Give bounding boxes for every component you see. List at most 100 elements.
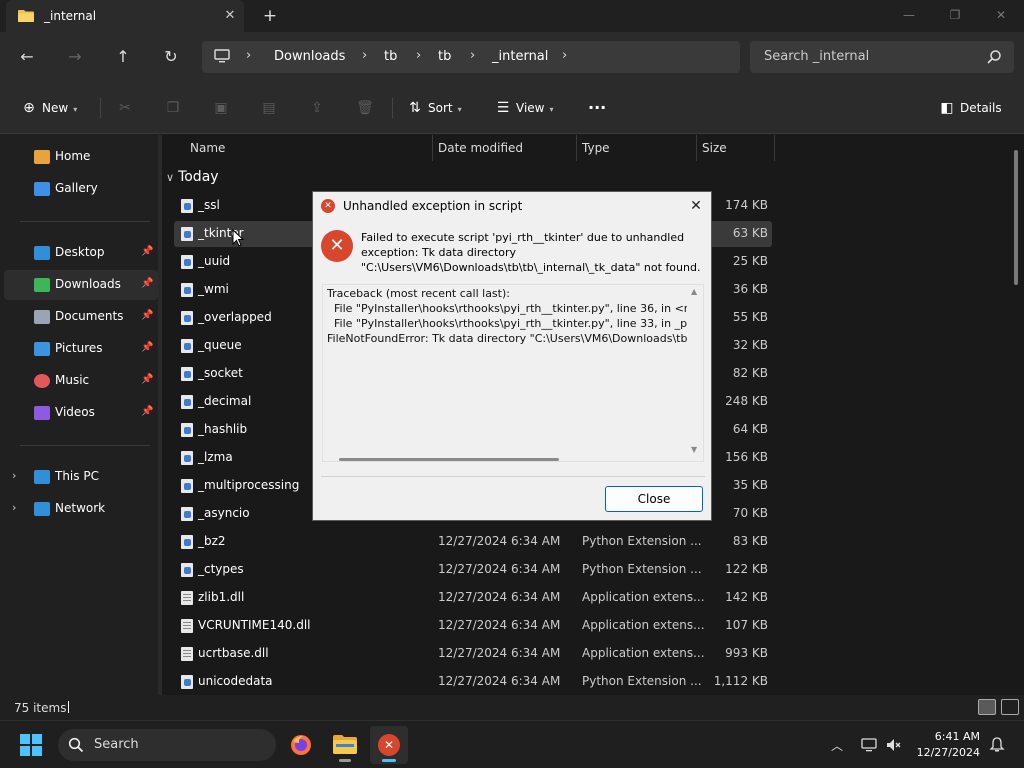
file-row[interactable]: _ctypes 12/27/2024 6:34 AM Python Extens… <box>174 557 772 583</box>
column-divider[interactable] <box>576 135 577 161</box>
pictures-icon <box>34 342 50 356</box>
python-error-app[interactable]: ✕ <box>370 726 408 764</box>
column-divider[interactable] <box>696 135 697 161</box>
python-file-icon <box>181 563 193 577</box>
delete-button[interactable]: 🗑 <box>356 96 378 120</box>
details-button[interactable]: ◧ Details <box>938 96 1001 120</box>
file-row[interactable]: zlib1.dll 12/27/2024 6:34 AM Application… <box>174 585 772 611</box>
scroll-up-icon[interactable]: ▲ <box>691 287 697 296</box>
up-button[interactable]: ↑ <box>109 44 137 70</box>
file-explorer-app[interactable] <box>326 726 364 764</box>
new-button[interactable]: ⊕ New ▾ <box>20 96 77 120</box>
sidebar-item-label: Music <box>55 373 90 387</box>
clock-time[interactable]: 6:41 AM <box>904 730 980 743</box>
sidebar-item-network[interactable]: › Network <box>4 494 158 524</box>
traceback-horizontal-scrollbar[interactable] <box>339 458 559 461</box>
network-icon[interactable] <box>861 737 877 753</box>
close-button[interactable]: Close <box>605 486 703 512</box>
windows-start-icon[interactable] <box>20 734 42 756</box>
maximize-button[interactable]: ❐ <box>932 0 978 32</box>
command-bar: ⊕ New ▾ ✂ ❐ ▣ ▤ ⇪ 🗑 ⇅ Sort ▾ ☰ View ▾ ··· ◧ Det… <box>0 82 1024 134</box>
sidebar-item-music[interactable]: Music 📌 <box>4 366 158 396</box>
chevron-right-icon[interactable]: › <box>12 501 16 514</box>
forward-button[interactable]: → <box>61 44 89 70</box>
column-header-date[interactable]: Date modified <box>438 141 523 155</box>
pin-icon[interactable]: 📌 <box>141 310 153 321</box>
sidebar-item-videos[interactable]: Videos 📌 <box>4 398 158 428</box>
traceback-line: Traceback (most recent call last): <box>327 287 510 300</box>
file-list-scrollbar[interactable] <box>1014 150 1018 285</box>
back-button[interactable]: ← <box>13 44 41 70</box>
traceback-vertical-scrollbar[interactable]: ▲ ▼ <box>687 285 703 461</box>
copy-button[interactable]: ❐ <box>164 96 186 120</box>
scroll-down-icon[interactable]: ▼ <box>691 445 697 454</box>
pin-icon[interactable]: 📌 <box>141 342 153 353</box>
python-file-icon <box>181 199 193 213</box>
chevron-right-icon[interactable]: › <box>12 469 16 482</box>
new-tab-button[interactable]: + <box>258 5 282 27</box>
breadcrumb-downloads[interactable]: Downloads <box>274 49 345 64</box>
minimize-button[interactable]: — <box>886 0 932 32</box>
sidebar-item-home[interactable]: Home <box>4 142 158 172</box>
file-row[interactable]: _bz2 12/27/2024 6:34 AM Python Extension… <box>174 529 772 555</box>
breadcrumb-tb-2[interactable]: tb <box>438 49 451 64</box>
file-size: 174 KB <box>725 198 768 212</box>
sidebar-item-gallery[interactable]: Gallery <box>4 174 158 204</box>
file-row[interactable]: VCRUNTIME140.dll 12/27/2024 6:34 AM Appl… <box>174 613 772 639</box>
python-file-icon <box>181 423 193 437</box>
file-row[interactable]: unicodedata 12/27/2024 6:34 AM Python Ex… <box>174 669 772 695</box>
details-view-button[interactable] <box>978 699 996 715</box>
paste-button[interactable]: ▣ <box>212 96 234 120</box>
taskbar-search[interactable]: Search <box>58 729 276 761</box>
dialog-close-button[interactable]: ✕ <box>685 196 707 216</box>
search-input[interactable]: Search _internal <box>750 41 1014 73</box>
tab-internal[interactable]: _internal ✕ <box>6 0 244 32</box>
close-window-button[interactable]: ✕ <box>978 0 1024 32</box>
close-tab-icon[interactable]: ✕ <box>220 6 240 26</box>
pin-icon[interactable]: 📌 <box>141 406 153 417</box>
breadcrumb-tb[interactable]: tb <box>384 49 397 64</box>
music-icon <box>34 374 50 388</box>
pin-icon[interactable]: 📌 <box>141 278 153 289</box>
file-name: _lzma <box>198 450 233 464</box>
traceback-textbox[interactable]: Traceback (most recent call last): File … <box>322 284 704 462</box>
notification-bell-icon[interactable] <box>989 737 1005 753</box>
sidebar-item-downloads[interactable]: Downloads 📌 <box>4 270 158 300</box>
chevron-up-icon[interactable]: ︿ <box>831 737 847 753</box>
cut-button[interactable]: ✂ <box>116 96 138 120</box>
column-header-name[interactable]: Name <box>190 141 225 155</box>
sidebar-item-this-pc[interactable]: › This PC <box>4 462 158 492</box>
column-divider[interactable] <box>432 135 433 161</box>
sort-icon: ⇅ <box>409 100 421 116</box>
file-name: zlib1.dll <box>198 590 245 604</box>
divider <box>100 98 101 118</box>
rename-button[interactable]: ▤ <box>260 96 282 120</box>
breadcrumb-internal[interactable]: _internal <box>492 49 548 64</box>
address-bar[interactable]: › Downloads › tb › tb › _internal › <box>202 41 740 73</box>
view-button[interactable]: ☰ View ▾ <box>494 96 554 120</box>
pin-icon[interactable]: 📌 <box>141 374 153 385</box>
pin-icon[interactable]: 📌 <box>141 246 153 257</box>
file-row[interactable]: ucrtbase.dll 12/27/2024 6:34 AM Applicat… <box>174 641 772 667</box>
sidebar-item-desktop[interactable]: Desktop 📌 <box>4 238 158 268</box>
column-divider[interactable] <box>774 135 775 161</box>
error-icon: ✕ <box>321 230 353 262</box>
clock-date[interactable]: 12/27/2024 <box>904 746 980 759</box>
tiles-view-button[interactable] <box>1001 699 1019 715</box>
column-header-type[interactable]: Type <box>582 141 610 155</box>
sidebar-item-pictures[interactable]: Pictures 📌 <box>4 334 158 364</box>
active-indicator <box>382 759 396 762</box>
volume-muted-icon[interactable] <box>886 737 902 753</box>
share-button[interactable]: ⇪ <box>308 96 330 120</box>
sidebar-item-label: Pictures <box>55 341 103 355</box>
file-size: 107 KB <box>725 618 768 632</box>
refresh-button[interactable]: ↻ <box>157 44 185 70</box>
sort-button[interactable]: ⇅ Sort ▾ <box>406 96 462 120</box>
file-name: _bz2 <box>198 534 226 548</box>
file-date: 12/27/2024 6:34 AM <box>438 674 561 688</box>
column-header-size[interactable]: Size <box>702 141 727 155</box>
group-header-today[interactable]: ∨ Today <box>166 169 219 185</box>
firefox-app[interactable] <box>282 726 320 764</box>
more-options-button[interactable]: ··· <box>588 96 606 120</box>
sidebar-item-documents[interactable]: Documents 📌 <box>4 302 158 332</box>
